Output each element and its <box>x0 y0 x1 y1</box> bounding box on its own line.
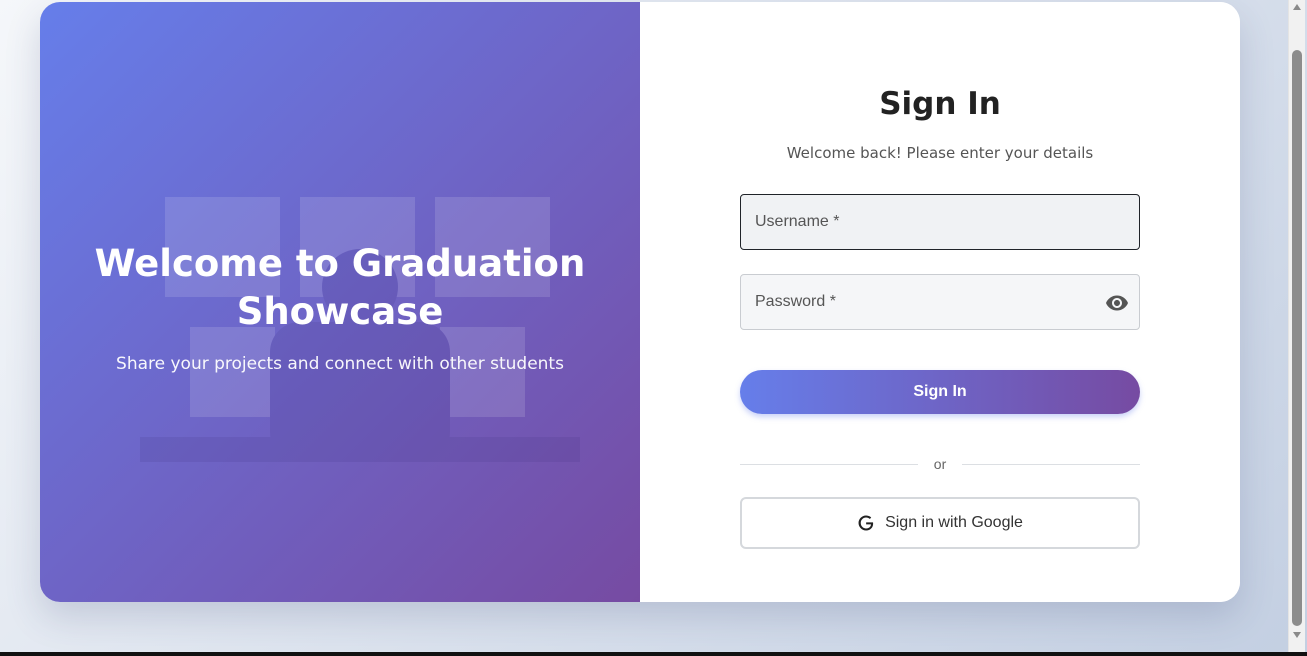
welcome-panel: Welcome to Graduation Showcase Share you… <box>40 2 640 602</box>
password-field[interactable]: Password * <box>740 274 1140 330</box>
form-subtitle: Welcome back! Please enter your details <box>786 144 1094 162</box>
viewport: Welcome to Graduation Showcase Share you… <box>0 0 1288 652</box>
divider-line-right <box>962 463 1141 465</box>
login-card: Welcome to Graduation Showcase Share you… <box>40 2 1240 602</box>
welcome-subtitle: Share your projects and connect with oth… <box>116 354 564 374</box>
google-sign-in-button[interactable]: Sign in with Google <box>740 497 1140 549</box>
username-field[interactable]: Username * <box>740 194 1140 250</box>
welcome-heading: Welcome to Graduation Showcase <box>94 242 586 333</box>
sign-in-form: Sign In Welcome back! Please enter your … <box>640 2 1240 602</box>
divider-line-left <box>740 463 918 465</box>
sign-in-button[interactable]: Sign In <box>740 370 1140 414</box>
scroll-down-arrow-icon[interactable] <box>1293 632 1301 638</box>
or-divider: or <box>740 454 1141 474</box>
divider-text: or <box>933 456 947 472</box>
scroll-up-arrow-icon[interactable] <box>1293 4 1301 10</box>
page-scrollbar[interactable] <box>1288 0 1305 652</box>
password-input[interactable] <box>741 275 1139 329</box>
google-icon <box>857 514 875 532</box>
welcome-content: Welcome to Graduation Showcase Share you… <box>40 240 640 374</box>
scrollbar-thumb[interactable] <box>1292 50 1302 626</box>
username-input[interactable] <box>741 195 1139 249</box>
google-button-label: Sign in with Google <box>885 514 1023 531</box>
eye-icon[interactable] <box>1105 291 1129 315</box>
form-title: Sign In <box>879 86 1001 122</box>
window-bottom-edge <box>0 652 1307 656</box>
